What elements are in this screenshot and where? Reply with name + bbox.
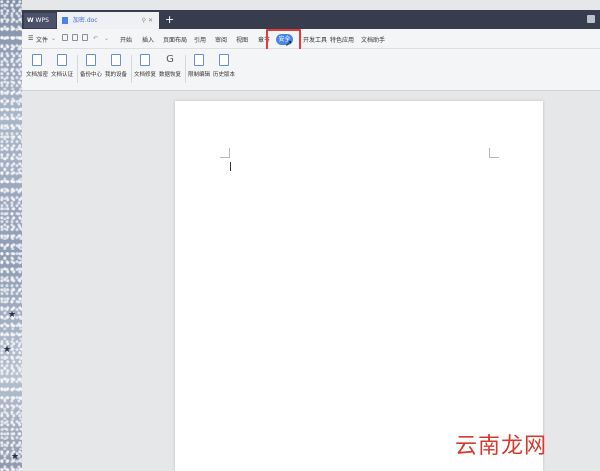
redo-icon[interactable]: ⌄: [104, 35, 109, 42]
ribbon-label: 历史版本: [213, 72, 236, 78]
print-preview-icon[interactable]: [82, 34, 88, 41]
doc-encrypt-button[interactable]: 文档加密: [26, 54, 48, 78]
menu-features[interactable]: 特色应用: [330, 35, 354, 44]
file-menu[interactable]: 文件: [36, 35, 48, 44]
ribbon-divider: [131, 55, 132, 83]
restrict-edit-button[interactable]: 限制编辑: [188, 54, 210, 78]
text-caret: [230, 162, 231, 171]
chevron-down-icon[interactable]: ⌄: [51, 35, 56, 42]
margin-corner-top-right: [489, 148, 499, 158]
desktop-wallpaper-strip: ★ ★ ★: [0, 0, 22, 471]
hamburger-icon[interactable]: ☰: [28, 35, 33, 42]
security-ribbon: 文档加密 文档认证 备份中心 我的设备 文档修复 G 数据恢复 限制编辑 历史版…: [22, 49, 600, 91]
menu-review[interactable]: 审阅: [215, 35, 227, 44]
menu-insert[interactable]: 插入: [142, 35, 154, 44]
ribbon-divider: [77, 55, 78, 83]
menu-references[interactable]: 引用: [194, 35, 206, 44]
backup-icon: [86, 54, 96, 66]
ribbon-label: 我的设备: [105, 72, 128, 78]
recover-icon: G: [166, 54, 174, 65]
ribbon-label: 数据恢复: [159, 72, 182, 78]
menu-developer[interactable]: 开发工具: [303, 35, 327, 44]
data-recovery-button[interactable]: G 数据恢复: [159, 54, 181, 78]
menu-doc-assistant[interactable]: 文档助手: [361, 35, 385, 44]
ribbon-label: 文档加密: [26, 72, 49, 78]
doc-certify-button[interactable]: 文档认证: [51, 54, 73, 78]
margin-corner-top-left: [220, 148, 230, 158]
lock-doc-icon: [32, 54, 42, 66]
tab-close-icon[interactable]: ⚲ ✕: [142, 12, 153, 29]
document-tab-title: 加密.doc: [72, 17, 98, 24]
user-avatar-icon[interactable]: [587, 15, 595, 23]
menu-home[interactable]: 开始: [120, 35, 132, 44]
ribbon-label: 文档修复: [134, 72, 157, 78]
tab-bar: W WPS 加密.doc ⚲ ✕ +: [22, 10, 600, 29]
menu-page-layout[interactable]: 页面布局: [163, 35, 187, 44]
wps-home-tab[interactable]: W WPS: [24, 13, 56, 28]
site-watermark: 云南龙网: [455, 428, 547, 460]
my-devices-button[interactable]: 我的设备: [105, 54, 127, 78]
restrict-edit-icon: [194, 54, 204, 66]
star-decoration: ★: [3, 345, 12, 355]
menu-view[interactable]: 视图: [236, 35, 248, 44]
doc-repair-button[interactable]: 文档修复: [134, 54, 156, 78]
device-icon: [111, 54, 121, 66]
print-icon[interactable]: [72, 34, 78, 41]
star-decoration: ★: [8, 310, 17, 320]
certificate-icon: [57, 54, 67, 66]
backup-center-button[interactable]: 备份中心: [80, 54, 102, 78]
document-page[interactable]: [175, 101, 543, 471]
watermark-text: 云南龙网: [455, 434, 548, 459]
mouse-pointer-icon: ➚: [285, 39, 293, 49]
ribbon-divider: [185, 55, 186, 83]
ribbon-label: 限制编辑: [188, 72, 211, 78]
ribbon-label: 文档认证: [51, 72, 74, 78]
wps-logo-icon: W: [27, 17, 34, 24]
repair-icon: [140, 54, 150, 66]
save-icon[interactable]: [62, 34, 68, 41]
menu-bar: ☰ 文件 ⌄ ↶ ⌄ 开始 插入 页面布局 引用 审阅 视图 章节 开发工具 特…: [22, 29, 600, 49]
document-tab[interactable]: 加密.doc ⚲ ✕: [57, 12, 159, 29]
star-decoration: ★: [11, 452, 20, 462]
ribbon-label: 备份中心: [80, 72, 103, 78]
history-version-button[interactable]: 历史版本: [213, 54, 235, 78]
undo-icon[interactable]: ↶: [93, 35, 98, 42]
new-tab-button[interactable]: +: [165, 12, 174, 27]
history-icon: [219, 54, 229, 66]
wps-tab-label: WPS: [35, 17, 49, 24]
doc-file-icon: [62, 17, 68, 24]
